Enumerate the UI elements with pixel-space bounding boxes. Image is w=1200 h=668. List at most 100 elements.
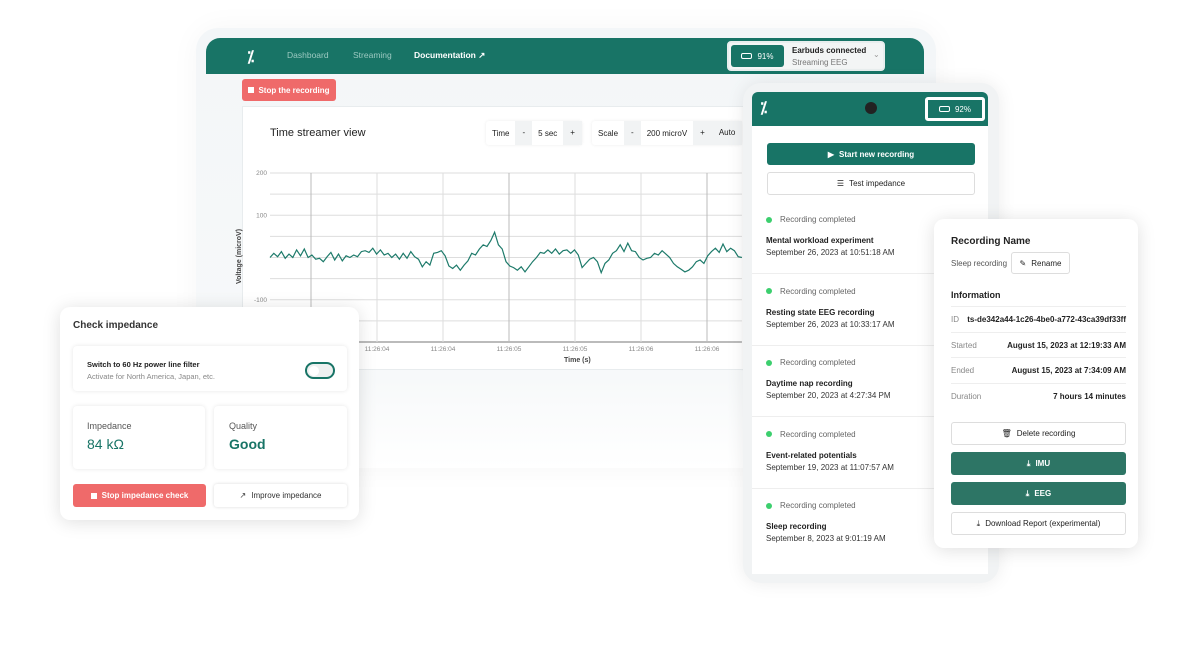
stop-icon — [248, 87, 255, 93]
status-text: Recording completed — [780, 215, 856, 224]
status-dot-icon — [766, 431, 772, 437]
external-link-icon: ↗ — [478, 50, 486, 60]
status-dot-icon — [766, 216, 772, 223]
battery-badge: 91% — [731, 45, 784, 67]
recording-name: Daytime nap recording — [766, 379, 853, 388]
battery-level: 92% — [954, 104, 971, 114]
recording-list-item[interactable]: Recording completed Sleep recording Septem… — [766, 501, 886, 543]
start-recording-button[interactable]: ▶ Start new recording — [767, 143, 975, 165]
stop-recording-button[interactable]: Stop the recording — [242, 79, 336, 101]
recording-status: Recording completed — [766, 430, 894, 439]
stop-icon — [90, 492, 97, 499]
nav-streaming[interactable]: Streaming — [353, 50, 392, 60]
scale-value: 200 microV — [646, 128, 688, 138]
status-text: Recording completed — [780, 286, 856, 296]
download-icon: ⤓ — [1026, 458, 1031, 468]
time-decrease-button[interactable]: - — [515, 121, 533, 145]
x-tick-label: 11:26:06 — [629, 346, 654, 353]
x-tick-label: 11:26:05 — [497, 346, 522, 353]
x-tick-label: 11:26:04 — [365, 346, 390, 353]
filter-toggle[interactable] — [305, 362, 335, 379]
x-tick-label: 11:26:06 — [695, 346, 720, 353]
recording-date: September 8, 2023 at 9:01:19 AM — [766, 534, 886, 543]
filter-title: Switch to 60 Hz power line filter — [87, 360, 200, 369]
recording-date: September 20, 2023 at 4:27:34 PM — [766, 391, 891, 400]
information-heading: Information — [951, 290, 1001, 300]
scale-control: Scale -200 microV + Auto — [592, 121, 743, 145]
quality-label: Quality — [229, 421, 258, 431]
info-row: Ended August 15, 2023 at 7:34:09 AM — [951, 357, 1126, 375]
battery-level: 91% — [757, 51, 774, 61]
time-value: 5 sec — [538, 128, 558, 138]
info-row: Duration 7 hours 14 minutes — [951, 382, 1126, 401]
scale-label: Scale — [598, 128, 619, 138]
improve-impedance-button[interactable]: ↗ Improve impedance — [214, 484, 347, 507]
start-recording-label: Start new recording — [839, 149, 915, 159]
stop-impedance-button[interactable]: Stop impedance check — [73, 484, 206, 507]
recording-date: September 26, 2023 at 10:51:18 AM — [766, 248, 895, 257]
logo-icon: ⁒ — [760, 100, 768, 117]
download-icon: ⤓ — [1025, 488, 1030, 498]
eeg-trace — [269, 230, 743, 275]
mobile-battery-badge: 92% — [925, 97, 985, 121]
download-imu-button[interactable]: ⤓ IMU — [951, 452, 1126, 475]
info-row: ID ts-de342a44-1c26-4be0-a772-43ca39df33f… — [951, 306, 1126, 324]
time-control: Time -5 sec + — [486, 121, 582, 145]
recording-date: September 26, 2023 at 10:33:17 AM — [766, 319, 895, 329]
status-text: Recording completed — [780, 501, 856, 510]
x-axis-label: Time (s) — [564, 357, 591, 364]
delete-label: Delete recording — [1016, 429, 1076, 438]
download-eeg-button[interactable]: ⤓ EEG — [951, 482, 1126, 505]
check-impedance-heading: Check impedance — [73, 320, 159, 331]
info-value: August 15, 2023 at 7:34:09 AM — [1011, 366, 1126, 375]
download-report-button[interactable]: ⤓ Download Report (experimental) — [951, 512, 1126, 535]
info-row: Started August 15, 2023 at 12:19:33 AM — [951, 331, 1126, 350]
status-text: Recording completed — [780, 358, 856, 367]
info-key: Ended — [951, 366, 975, 375]
recording-list-item[interactable]: Recording completed Event-related potenti… — [766, 430, 894, 472]
device-status-dropdown[interactable]: 91% Earbuds connected Streaming EEG ⌄ — [727, 41, 885, 71]
stop-recording-label: Stop the recording — [258, 85, 330, 95]
status-subtitle: Streaming EEG — [792, 58, 848, 67]
recording-name-heading: Recording Name — [951, 236, 1031, 247]
recording-list-item[interactable]: Recording completed Mental workload exper… — [766, 215, 895, 257]
delete-recording-button[interactable]: 🗑 Delete recording — [951, 422, 1126, 445]
status-title: Earbuds connected — [792, 46, 867, 55]
chevron-down-icon: ⌄ — [873, 50, 880, 59]
camera-notch — [865, 102, 877, 114]
nav-documentation[interactable]: Documentation ↗ — [414, 50, 485, 61]
status-dot-icon — [766, 359, 772, 366]
pencil-icon: ✎ — [1019, 258, 1027, 268]
rename-button[interactable]: ✎ Rename — [1011, 252, 1070, 274]
chart-title: Time streamer view — [270, 127, 366, 139]
recording-name: Resting state EEG recording — [766, 307, 875, 317]
recording-name: Mental workload experiment — [766, 236, 874, 245]
scale-auto-button[interactable]: Auto — [711, 121, 743, 145]
battery-icon — [741, 53, 753, 59]
play-icon: ▶ — [827, 149, 835, 159]
trash-icon: 🗑 — [1001, 429, 1012, 438]
info-value: 7 hours 14 minutes — [1053, 391, 1126, 401]
info-key: Started — [951, 340, 977, 350]
impedance-label: Impedance — [87, 421, 132, 431]
y-axis-label: Voltage (microV) — [236, 228, 244, 285]
x-tick-label: 11:26:05 — [563, 346, 588, 353]
stop-impedance-label: Stop impedance check — [101, 491, 189, 500]
test-impedance-button[interactable]: ☰ Test impedance — [767, 172, 975, 195]
recording-name: Sleep recording — [766, 522, 827, 531]
nav-dashboard[interactable]: Dashboard — [287, 50, 329, 60]
info-key: ID — [951, 315, 959, 324]
recording-list-item[interactable]: Recording completed Daytime nap recording… — [766, 358, 891, 400]
recording-list-item[interactable]: Recording completed Resting state EEG rec… — [766, 287, 895, 329]
y-tick-label: -100 — [254, 297, 267, 304]
battery-icon — [938, 106, 950, 112]
recording-status: Recording completed — [766, 358, 891, 367]
recording-date: September 19, 2023 at 11:07:57 AM — [766, 462, 894, 472]
scale-increase-button[interactable]: + — [693, 121, 712, 145]
time-increase-button[interactable]: + — [563, 121, 582, 145]
status-dot-icon — [766, 502, 772, 509]
info-value: August 15, 2023 at 12:19:33 AM — [1007, 340, 1126, 350]
recording-status: Recording completed — [766, 501, 886, 510]
scale-decrease-button[interactable]: - — [624, 121, 641, 145]
info-key: Duration — [951, 391, 982, 401]
